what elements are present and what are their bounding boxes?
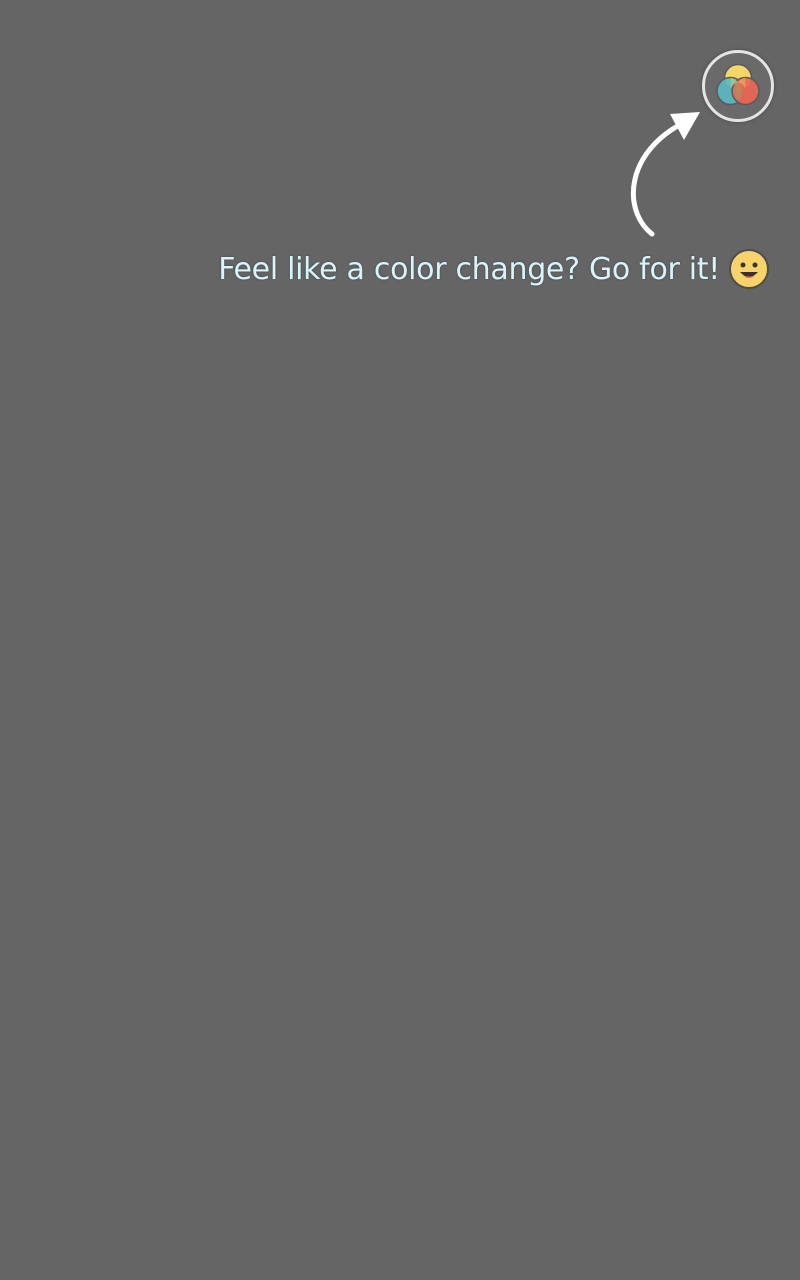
color-change-hint: Feel like a color change? Go for it!	[160, 244, 770, 294]
hint-text: Feel like a color change? Go for it!	[218, 251, 720, 287]
curved-arrow-icon	[630, 112, 700, 237]
color-palette-icon	[716, 63, 760, 106]
grinning-face-icon	[729, 249, 769, 289]
change-color-theme-button[interactable]	[702, 50, 774, 122]
tutorial-overlay: Feel like a color change? Go for it!	[0, 0, 800, 1280]
